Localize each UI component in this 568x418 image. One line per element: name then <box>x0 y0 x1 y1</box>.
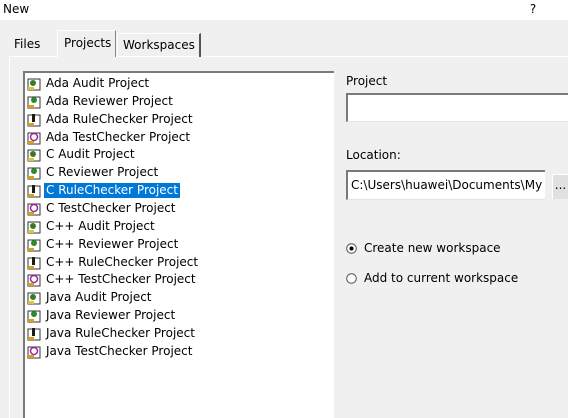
testchecker-icon <box>27 274 41 287</box>
tab-workspaces[interactable]: Workspaces <box>117 33 201 57</box>
project-type-label: Ada Audit Project <box>46 76 150 90</box>
audit-icon <box>27 221 41 234</box>
project-type-label: Ada TestChecker Project <box>46 129 191 144</box>
project-type-label: Java TestChecker Project <box>46 343 193 358</box>
audit-icon <box>27 149 41 162</box>
project-type-label: C++ Reviewer Project <box>46 236 179 251</box>
title-bar: New ? <box>0 0 568 20</box>
reviewer-icon <box>27 96 41 109</box>
rulechecker-icon <box>27 185 41 198</box>
rulechecker-icon <box>27 256 41 269</box>
tab-files-label: Files <box>14 37 41 51</box>
project-type-label: C++ RuleChecker Project <box>46 254 199 269</box>
testchecker-icon <box>27 203 41 216</box>
create-workspace-radio[interactable] <box>346 243 357 254</box>
project-type-label: C RuleChecker Project <box>44 183 180 199</box>
audit-icon <box>27 78 41 91</box>
project-type-label: Java Reviewer Project <box>46 308 176 323</box>
reviewer-icon <box>27 310 41 323</box>
help-button[interactable]: ? <box>526 2 540 16</box>
project-type-label: C++ Audit Project <box>46 218 155 233</box>
tab-panel-edge <box>9 56 10 418</box>
audit-icon <box>27 292 41 305</box>
project-type-label: C TestChecker Project <box>46 200 176 215</box>
add-workspace-label[interactable]: Add to current workspace <box>364 271 518 285</box>
project-name-input[interactable] <box>346 93 568 122</box>
add-workspace-radio[interactable] <box>346 273 357 284</box>
project-type-label: Ada Reviewer Project <box>46 93 173 108</box>
project-type-label: Java RuleChecker Project <box>46 325 195 340</box>
project-type-label: C Audit Project <box>46 147 135 162</box>
location-input[interactable]: C:\Users\huawei\Documents\My P <box>346 170 545 200</box>
window-title: New <box>3 2 30 16</box>
project-type-list[interactable]: Ada Audit Project Ada Reviewer Project Ada… <box>23 71 334 418</box>
project-type-label: C++ TestChecker Project <box>46 272 196 287</box>
project-type-label: Ada RuleChecker Project <box>46 111 193 126</box>
location-label: Location: <box>346 148 401 162</box>
rulechecker-icon <box>27 113 41 127</box>
project-name-label: Project <box>346 74 388 88</box>
testchecker-icon <box>27 132 41 145</box>
tab-projects-label: Projects <box>64 36 112 50</box>
create-workspace-label[interactable]: Create new workspace <box>364 241 501 255</box>
project-type-label: C Reviewer Project <box>46 165 159 180</box>
rulechecker-icon <box>27 327 41 341</box>
tab-workspaces-label: Workspaces <box>123 38 195 52</box>
testchecker-icon <box>27 346 41 359</box>
reviewer-icon <box>27 167 41 180</box>
browse-button[interactable]: ... <box>552 174 568 199</box>
reviewer-icon <box>27 239 41 252</box>
tab-files[interactable]: Files <box>14 37 40 51</box>
tab-projects[interactable]: Projects <box>57 30 116 57</box>
project-type-label: Java Audit Project <box>46 290 152 305</box>
